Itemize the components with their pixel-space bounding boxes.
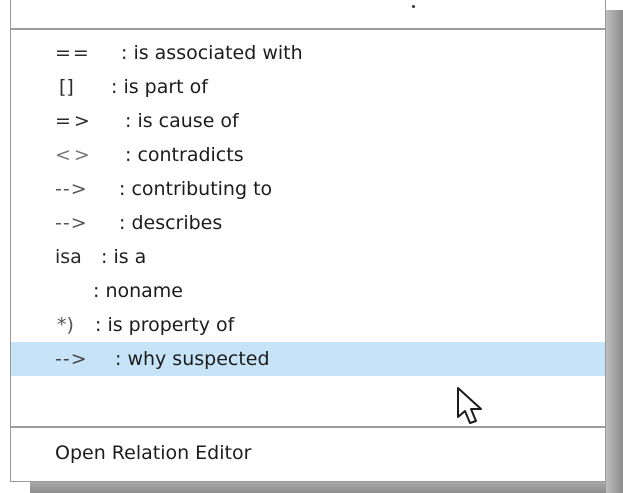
relation-symbol: *) bbox=[57, 314, 74, 336]
relation-label: : noname bbox=[93, 280, 183, 302]
relation-label: : why suspected bbox=[115, 348, 270, 370]
menu-separator-top bbox=[11, 28, 605, 30]
menu-item-is-part-of[interactable]: [] : is part of bbox=[11, 70, 605, 104]
relation-label: : is associated with bbox=[121, 42, 303, 64]
relation-symbol: isa bbox=[55, 246, 82, 268]
relation-label: : contradicts bbox=[125, 144, 244, 166]
relation-label: : is part of bbox=[111, 76, 208, 98]
relation-label: : is property of bbox=[95, 314, 235, 336]
menu-item-contradicts[interactable]: <> : contradicts bbox=[11, 138, 605, 172]
menu-top-mark bbox=[412, 5, 415, 8]
relation-symbol: --> bbox=[55, 212, 88, 234]
relation-context-menu: == : is associated with [] : is part of =>… bbox=[10, 0, 606, 482]
menu-shadow-right bbox=[606, 10, 623, 493]
relation-label: : is cause of bbox=[125, 110, 239, 132]
relation-symbol: --> bbox=[55, 178, 88, 200]
menu-item-noname[interactable]: : noname bbox=[11, 274, 605, 308]
menu-item-is-a[interactable]: isa : is a bbox=[11, 240, 605, 274]
menu-item-why-suspected[interactable]: --> : why suspected bbox=[11, 342, 605, 376]
menu-item-is-associated-with[interactable]: == : is associated with bbox=[11, 36, 605, 70]
relation-symbol: <> bbox=[55, 144, 93, 166]
menu-separator-bottom bbox=[11, 426, 605, 428]
relation-symbol: == bbox=[55, 42, 91, 64]
relation-label: : describes bbox=[119, 212, 223, 234]
arrow-pointer-icon bbox=[457, 387, 482, 424]
menu-item-describes[interactable]: --> : describes bbox=[11, 206, 605, 240]
relation-menu-items: == : is associated with [] : is part of =>… bbox=[11, 36, 605, 376]
menu-item-is-cause-of[interactable]: => : is cause of bbox=[11, 104, 605, 138]
screen: == : is associated with [] : is part of =>… bbox=[0, 0, 623, 493]
open-relation-editor-item[interactable]: Open Relation Editor bbox=[11, 436, 605, 470]
relation-symbol: --> bbox=[55, 348, 88, 370]
menu-item-is-property-of[interactable]: *) : is property of bbox=[11, 308, 605, 342]
relation-symbol: => bbox=[55, 110, 93, 132]
relation-symbol: [] bbox=[59, 76, 74, 98]
relation-label: : contributing to bbox=[119, 178, 273, 200]
relation-label: : is a bbox=[101, 246, 147, 268]
menu-item-contributing-to[interactable]: --> : contributing to bbox=[11, 172, 605, 206]
